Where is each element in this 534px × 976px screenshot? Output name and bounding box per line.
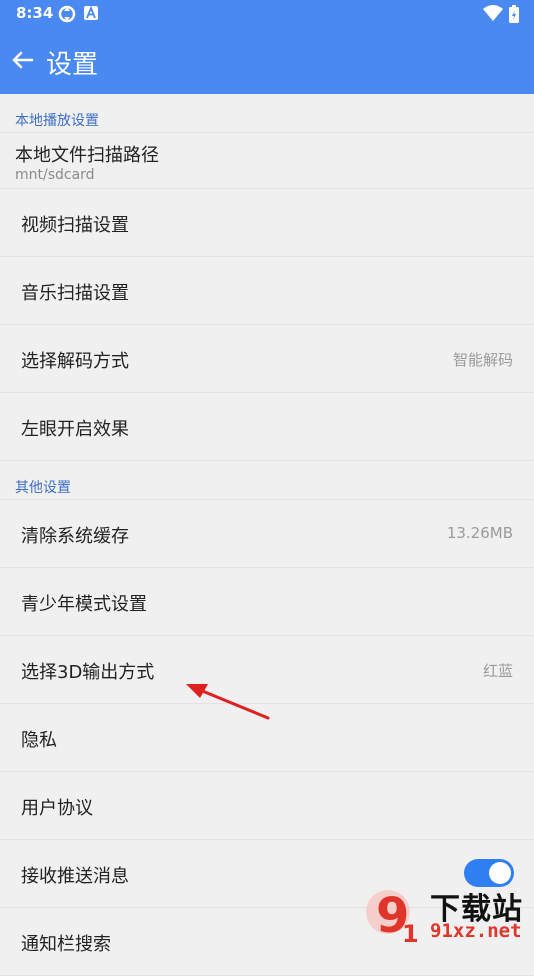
section-header-label: 本地播放设置	[15, 113, 99, 129]
youth-mode-label: 青少年模式设置	[21, 594, 147, 615]
decode-mode-item[interactable]: 选择解码方式 智能解码	[0, 325, 534, 393]
section-header-label: 其他设置	[15, 480, 71, 496]
push-messages-toggle[interactable]	[464, 859, 514, 887]
clear-cache-item[interactable]: 清除系统缓存 13.26MB	[0, 500, 534, 568]
settings-list: 本地播放设置 本地文件扫描路径 mnt/sdcard 视频扫描设置 音乐扫描设置…	[0, 94, 534, 976]
battery-icon	[509, 5, 519, 27]
status-bar: 8:34	[0, 0, 534, 28]
decode-mode-value: 智能解码	[452, 351, 513, 369]
output-3d-value: 红蓝	[482, 662, 513, 680]
output-3d-label: 选择3D输出方式	[21, 662, 155, 683]
decode-mode-label: 选择解码方式	[21, 351, 129, 372]
notification-search-label: 通知栏搜索	[21, 934, 111, 955]
video-scan-settings-item[interactable]: 视频扫描设置	[0, 189, 534, 257]
cache-size-value: 13.26MB	[446, 524, 513, 542]
wifi-icon	[483, 5, 503, 27]
privacy-label: 隐私	[21, 730, 57, 751]
svg-text:1: 1	[402, 920, 419, 948]
clear-cache-label: 清除系统缓存	[21, 526, 129, 547]
section-header-other: 其他设置	[0, 461, 534, 500]
user-agreement-item[interactable]: 用户协议	[0, 772, 534, 840]
section-header-local: 本地播放设置	[0, 94, 534, 133]
app-bar: 设置	[0, 28, 534, 94]
push-messages-label: 接收推送消息	[21, 866, 129, 887]
local-scan-path-item[interactable]: 本地文件扫描路径 mnt/sdcard	[0, 133, 534, 189]
status-time: 8:34	[16, 4, 54, 22]
page-title: 设置	[46, 50, 99, 80]
left-eye-effect-label: 左眼开启效果	[21, 419, 129, 440]
user-agreement-label: 用户协议	[21, 798, 93, 819]
notification-a-icon	[84, 5, 98, 25]
local-scan-path-value: mnt/sdcard	[15, 167, 95, 183]
local-scan-path-label: 本地文件扫描路径	[15, 145, 159, 166]
music-scan-settings-item[interactable]: 音乐扫描设置	[0, 257, 534, 325]
left-eye-effect-item[interactable]: 左眼开启效果	[0, 393, 534, 461]
watermark-url: 91xz.net	[430, 920, 522, 942]
youth-mode-item[interactable]: 青少年模式设置	[0, 568, 534, 636]
back-arrow-icon[interactable]	[8, 45, 38, 75]
sync-icon	[58, 5, 76, 27]
music-scan-settings-label: 音乐扫描设置	[21, 283, 129, 304]
toggle-knob	[489, 862, 511, 884]
video-scan-settings-label: 视频扫描设置	[21, 215, 129, 236]
annotation-arrow-icon	[180, 678, 272, 726]
watermark-logo-icon: 91	[362, 884, 426, 954]
watermark: 91 下载站 91xz.net	[362, 884, 534, 950]
